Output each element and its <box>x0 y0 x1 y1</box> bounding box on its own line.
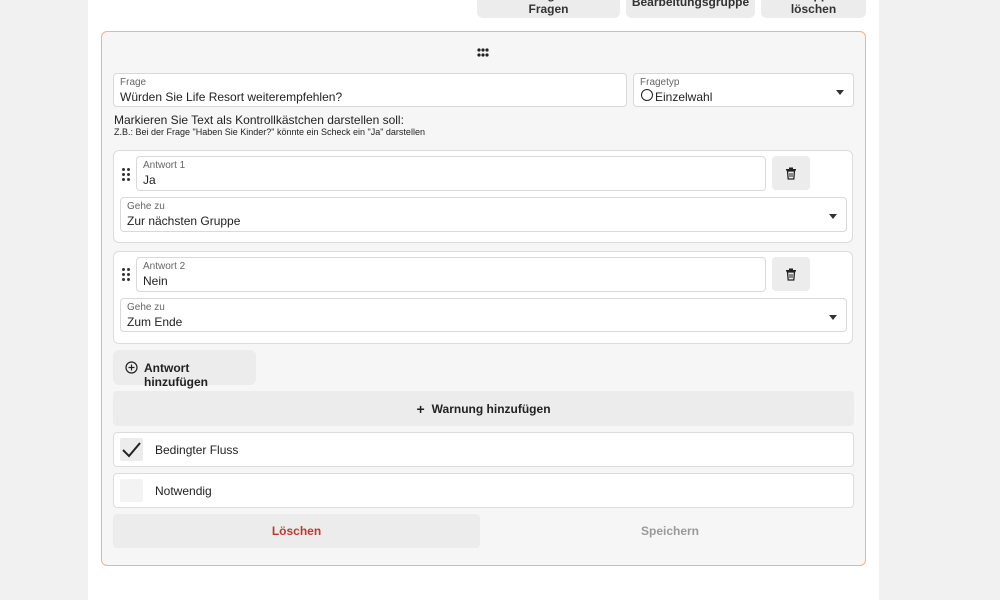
add-warning-button[interactable]: + Warnung hinzufügen <box>113 391 854 426</box>
answer-2-goto-label: Gehe zu <box>127 302 165 313</box>
required-label: Notwendig <box>155 484 212 498</box>
answer-2-label: Antwort 2 <box>143 261 186 272</box>
add-answer-button[interactable]: Antwort hinzufügen <box>113 350 256 389</box>
answer-1-goto-select[interactable]: Gehe zu Zur nächsten Gruppe <box>120 197 847 232</box>
question-field[interactable]: Frage Würden Sie Life Resort weiterempfe… <box>113 73 627 107</box>
answer-1-goto-label: Gehe zu <box>127 201 165 212</box>
chevron-down-icon <box>829 214 837 219</box>
plus-icon: + <box>416 400 425 417</box>
required-checkbox[interactable] <box>120 479 143 502</box>
save-label: Speichern <box>640 524 700 538</box>
radio-circle-icon <box>641 89 653 101</box>
conditional-flow-checkbox[interactable] <box>120 438 143 461</box>
question-type-value: Einzelwahl <box>655 90 713 104</box>
question-type-select[interactable]: Fragetyp Einzelwahl <box>633 73 854 107</box>
save-button[interactable]: Speichern <box>486 514 854 548</box>
checkmark-icon <box>122 442 141 458</box>
delete-group-button[interactable]: Gruppe löschen <box>761 0 866 18</box>
hint-example: Z.B.: Bei der Frage "Haben Sie Kinder?" … <box>114 127 425 137</box>
answer-2-goto-value: Zum Ende <box>127 315 183 329</box>
delete-answer-2-button[interactable] <box>772 257 810 291</box>
hint-title: Markieren Sie Text als Kontrollkästchen … <box>114 113 404 127</box>
drag-handle-icon[interactable] <box>119 257 133 291</box>
chevron-down-icon <box>836 90 844 95</box>
edit-group-button[interactable]: Bearbeitungsgruppe <box>626 0 755 18</box>
plus-circle-icon <box>125 361 138 374</box>
answer-2-goto-select[interactable]: Gehe zu Zum Ende <box>120 298 847 332</box>
trash-icon <box>786 268 796 281</box>
answer-1-field[interactable]: Antwort 1 Ja <box>136 156 766 191</box>
add-answer-label: Antwort hinzufügen <box>144 361 208 389</box>
chevron-down-icon <box>829 315 837 320</box>
answer-1-label: Antwort 1 <box>143 160 186 171</box>
drag-handle-icon[interactable] <box>119 157 133 191</box>
delete-button[interactable]: Löschen <box>113 514 480 548</box>
answer-1-value: Ja <box>143 173 156 187</box>
delete-answer-1-button[interactable] <box>772 156 810 190</box>
card-drag-handle-icon[interactable] <box>476 46 490 58</box>
add-warning-label: Warnung hinzufügen <box>431 401 551 416</box>
answer-2-value: Nein <box>143 274 168 288</box>
answer-1-goto-value: Zur nächsten Gruppe <box>127 214 241 228</box>
answer-2-field[interactable]: Antwort 2 Nein <box>136 257 766 292</box>
question-field-value: Würden Sie Life Resort weiterempfehlen? <box>120 90 343 104</box>
required-option[interactable]: Notwendig <box>113 473 854 508</box>
delete-label: Löschen <box>271 524 322 538</box>
add-questions-button[interactable]: Hinzufügen von Fragen <box>477 0 620 18</box>
question-type-label: Fragetyp <box>640 77 680 88</box>
conditional-flow-label: Bedingter Fluss <box>155 443 239 457</box>
question-field-label: Frage <box>120 77 147 88</box>
trash-icon <box>786 167 796 180</box>
conditional-flow-option[interactable]: Bedingter Fluss <box>113 432 854 467</box>
